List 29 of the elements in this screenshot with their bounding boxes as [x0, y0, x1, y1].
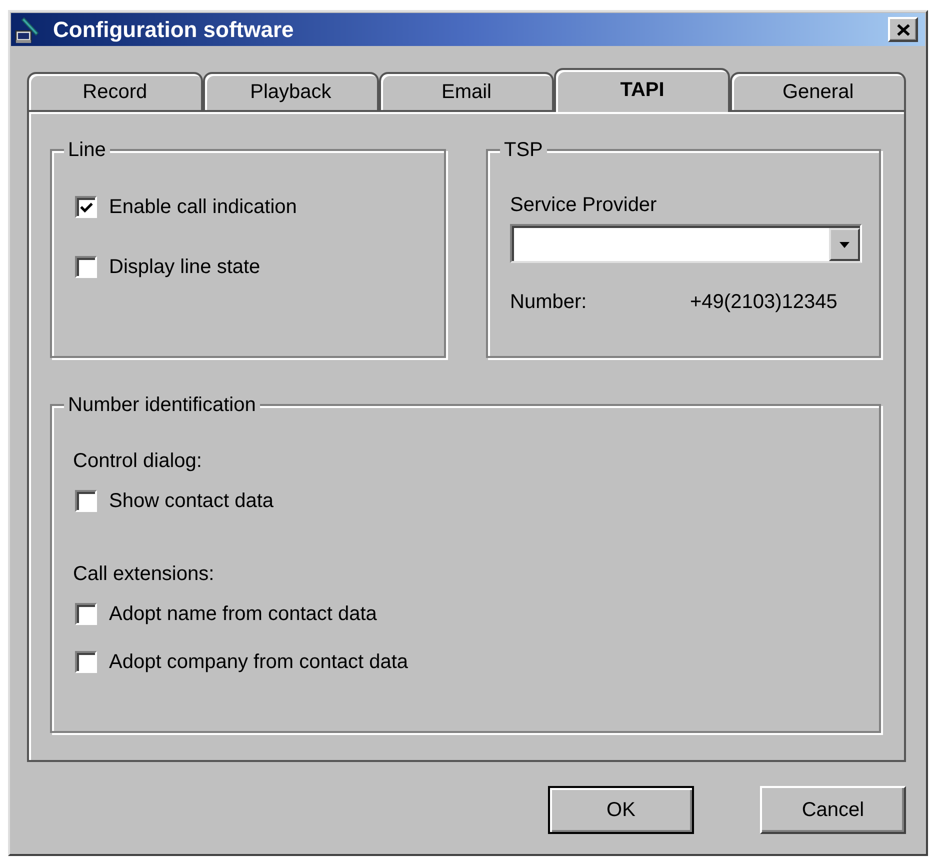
dropdown-arrow-button[interactable]: [829, 228, 860, 261]
tab[interactable]: Playback: [202, 72, 379, 110]
checkbox-label: Adopt name from contact data: [109, 602, 377, 626]
dialog-button[interactable]: OK: [548, 786, 694, 834]
number-label: Number:: [510, 291, 588, 313]
checkbox-label: Show contact data: [109, 489, 274, 513]
dialog-button[interactable]: Cancel: [760, 786, 906, 834]
close-icon: [896, 24, 910, 36]
tab[interactable]: Record: [27, 72, 203, 110]
checkbox-label: Display line state: [109, 255, 260, 279]
checkbox[interactable]: [75, 603, 97, 625]
checkbox-label: Adopt company from contact data: [109, 650, 408, 674]
service-provider-select[interactable]: [510, 224, 862, 263]
field-label: Service Provider: [510, 194, 658, 216]
section-heading: Control dialog:: [73, 450, 202, 472]
checkbox[interactable]: [75, 490, 97, 512]
window-title: Configuration software: [53, 16, 294, 42]
tab[interactable]: TAPI: [554, 68, 730, 112]
close-button[interactable]: [888, 17, 918, 42]
section-heading: Call extensions:: [73, 563, 214, 585]
checkbox[interactable]: [75, 651, 97, 673]
tab[interactable]: General: [730, 72, 906, 110]
caret-down-icon: [839, 242, 850, 248]
phone-number: +49(2103)12345: [690, 291, 838, 313]
checkbox[interactable]: [75, 196, 97, 218]
tab[interactable]: Email: [378, 72, 554, 110]
checkbox-label: Enable call indication: [109, 195, 297, 219]
checkmark-icon: [80, 202, 92, 212]
checkbox[interactable]: [75, 256, 97, 278]
